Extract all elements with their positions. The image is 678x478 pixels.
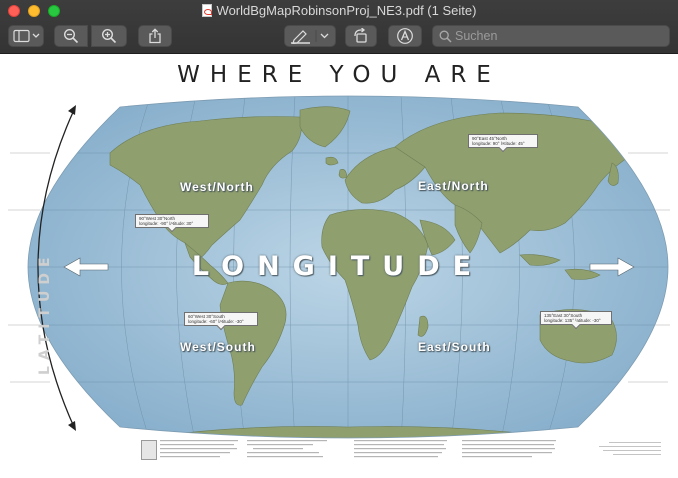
rotate-icon: [354, 28, 367, 43]
legend-text-4: [462, 439, 558, 463]
quadrant-east-south: East/South: [418, 340, 491, 354]
callout-east-north: 90°East 45°North longitude: 90° latitude…: [468, 134, 538, 148]
share-button[interactable]: [138, 25, 172, 47]
callout-west-south-line2: longitude: -60° latitude: -30°: [188, 319, 244, 324]
map-heading: WHERE YOU ARE: [177, 62, 501, 88]
longitude-label: LONGITUDE: [191, 251, 485, 282]
legend-swatch: [141, 440, 157, 460]
pen-icon: [291, 30, 329, 44]
pdf-page[interactable]: WHERE YOU ARE LATITUDE LONGITUDE West/No…: [0, 55, 678, 478]
sidebar-toggle-button[interactable]: [8, 25, 44, 47]
window-title: WorldBgMapRobinsonProj_NE3.pdf (1 Seite): [0, 3, 678, 19]
window-title-text: WorldBgMapRobinsonProj_NE3.pdf (1 Seite): [216, 3, 477, 18]
zoom-in-icon: [101, 28, 117, 44]
markup-pen-button[interactable]: [284, 25, 336, 47]
zoom-out-icon: [63, 28, 79, 44]
callout-east-south-line2: longitude: 135° latitude: -30°: [544, 318, 601, 323]
callout-west-north-line2: longitude: -90° latitude: 30°: [139, 221, 194, 226]
legend-text-3: [354, 439, 449, 463]
search-input[interactable]: [455, 27, 665, 45]
quadrant-east-north: East/North: [418, 179, 489, 193]
callout-east-north-line2: longitude: 90° latitude: 45°: [472, 141, 525, 146]
callout-west-north: 90°West 30°North longitude: -90° latitud…: [135, 214, 209, 228]
annotate-icon: [397, 28, 413, 44]
zoom-out-button[interactable]: [54, 25, 88, 47]
search-field[interactable]: [432, 25, 670, 47]
quadrant-west-south: West/South: [180, 340, 256, 354]
share-icon: [149, 28, 161, 44]
title-bar: WorldBgMapRobinsonProj_NE3.pdf (1 Seite): [0, 0, 678, 54]
preview-window: WorldBgMapRobinsonProj_NE3.pdf (1 Seite): [0, 0, 678, 478]
legend-text-2: [247, 439, 329, 463]
legend-text-1: [160, 439, 240, 463]
quadrant-west-north: West/North: [180, 180, 254, 194]
legend-text-5: [589, 439, 661, 463]
callout-west-south: 60°West 30°South longitude: -60° latitud…: [184, 312, 258, 326]
sidebar-icon: [13, 29, 40, 43]
zoom-in-button[interactable]: [91, 25, 127, 47]
search-icon: [439, 30, 452, 43]
callout-east-south: 135°East 30°South longitude: 135° latitu…: [540, 311, 612, 325]
rotate-button[interactable]: [345, 25, 377, 47]
annotate-button[interactable]: [388, 25, 422, 47]
latitude-label: LATITUDE: [37, 251, 53, 375]
pdf-file-icon: [201, 4, 212, 17]
